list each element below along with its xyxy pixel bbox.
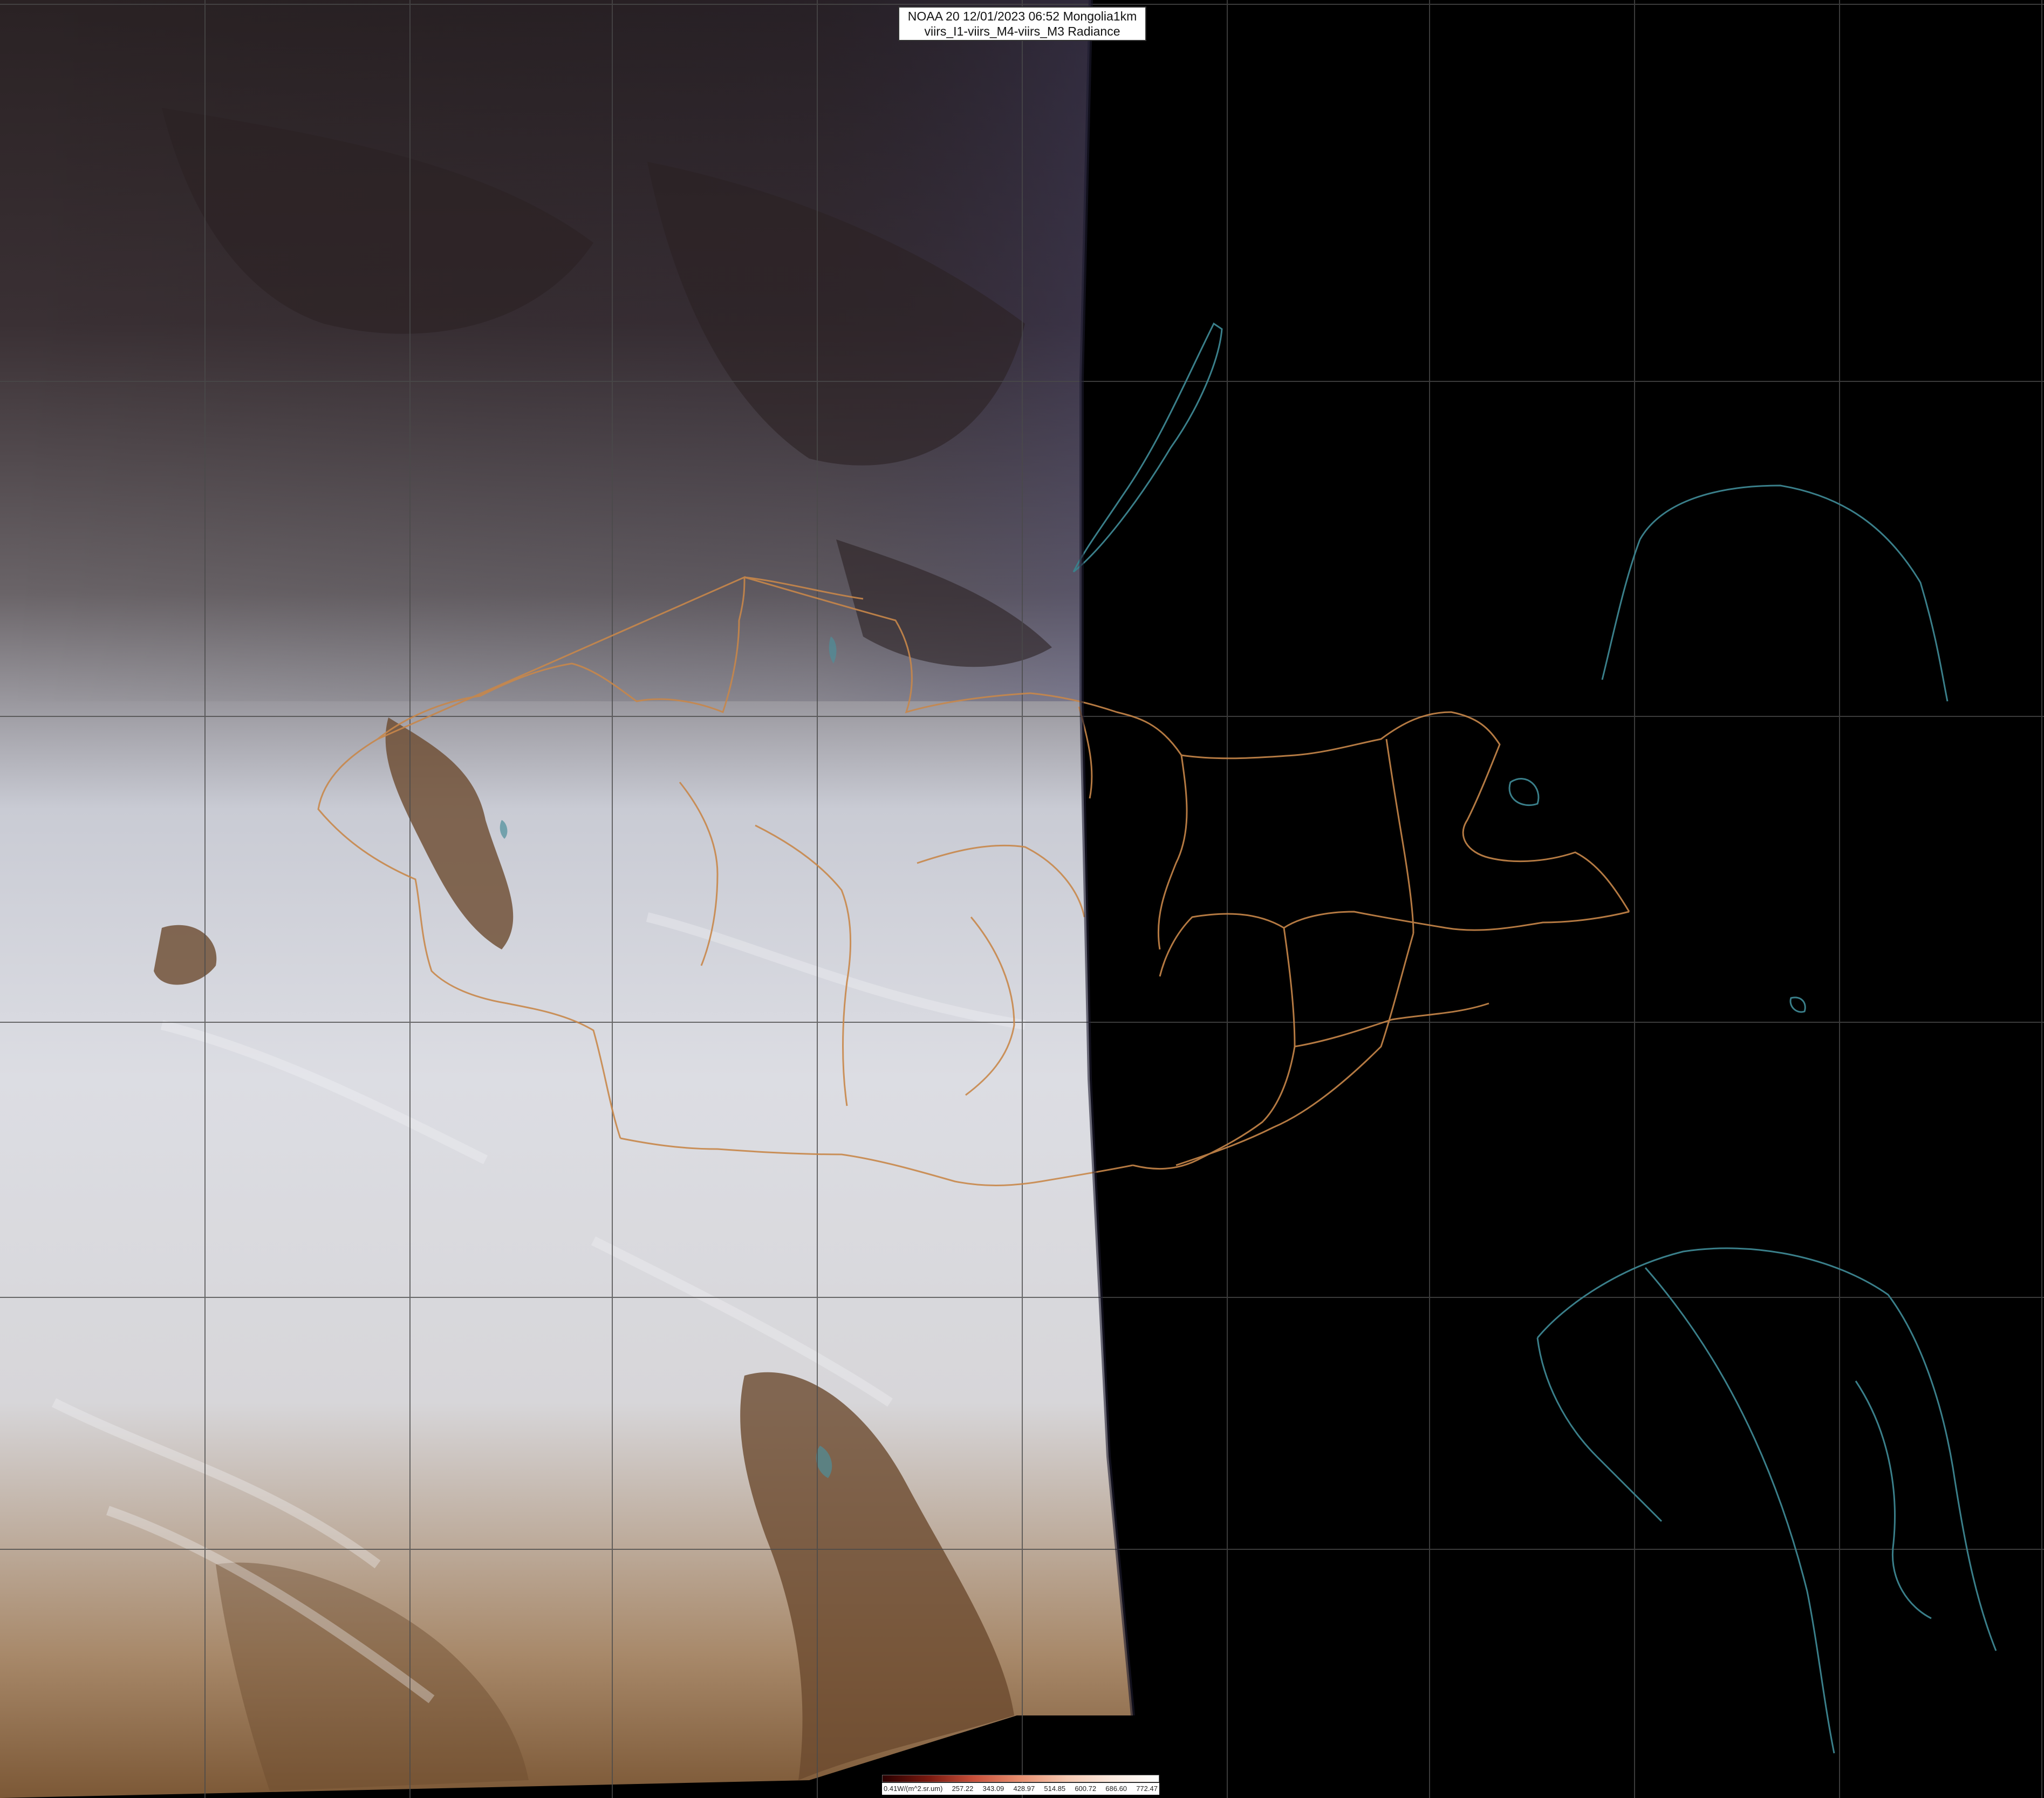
colorbar: [882, 1775, 1159, 1782]
colorbar-label: 0.41W/(m^2.sr.um): [884, 1785, 943, 1793]
title-line-2: viirs_I1-viirs_M4-viirs_M3 Radiance: [924, 24, 1120, 38]
colorbar-labels: 0.41W/(m^2.sr.um) 257.22 343.09 428.97 5…: [882, 1783, 1159, 1795]
colorbar-label: 514.85: [1044, 1785, 1066, 1793]
title-line-1: NOAA 20 12/01/2023 06:52 Mongolia1km: [907, 9, 1137, 23]
colorbar-label: 600.72: [1075, 1785, 1097, 1793]
colorbar-label: 257.22: [952, 1785, 974, 1793]
satellite-map: [0, 0, 2044, 1798]
image-title-box: NOAA 20 12/01/2023 06:52 Mongolia1km vii…: [898, 6, 1146, 41]
coastlines: [1072, 322, 1997, 1754]
colorbar-label: 686.60: [1105, 1785, 1127, 1793]
colorbar-label: 428.97: [1013, 1785, 1035, 1793]
colorbar-label: 343.09: [982, 1785, 1004, 1793]
colorbar-label: 772.47: [1136, 1785, 1158, 1793]
